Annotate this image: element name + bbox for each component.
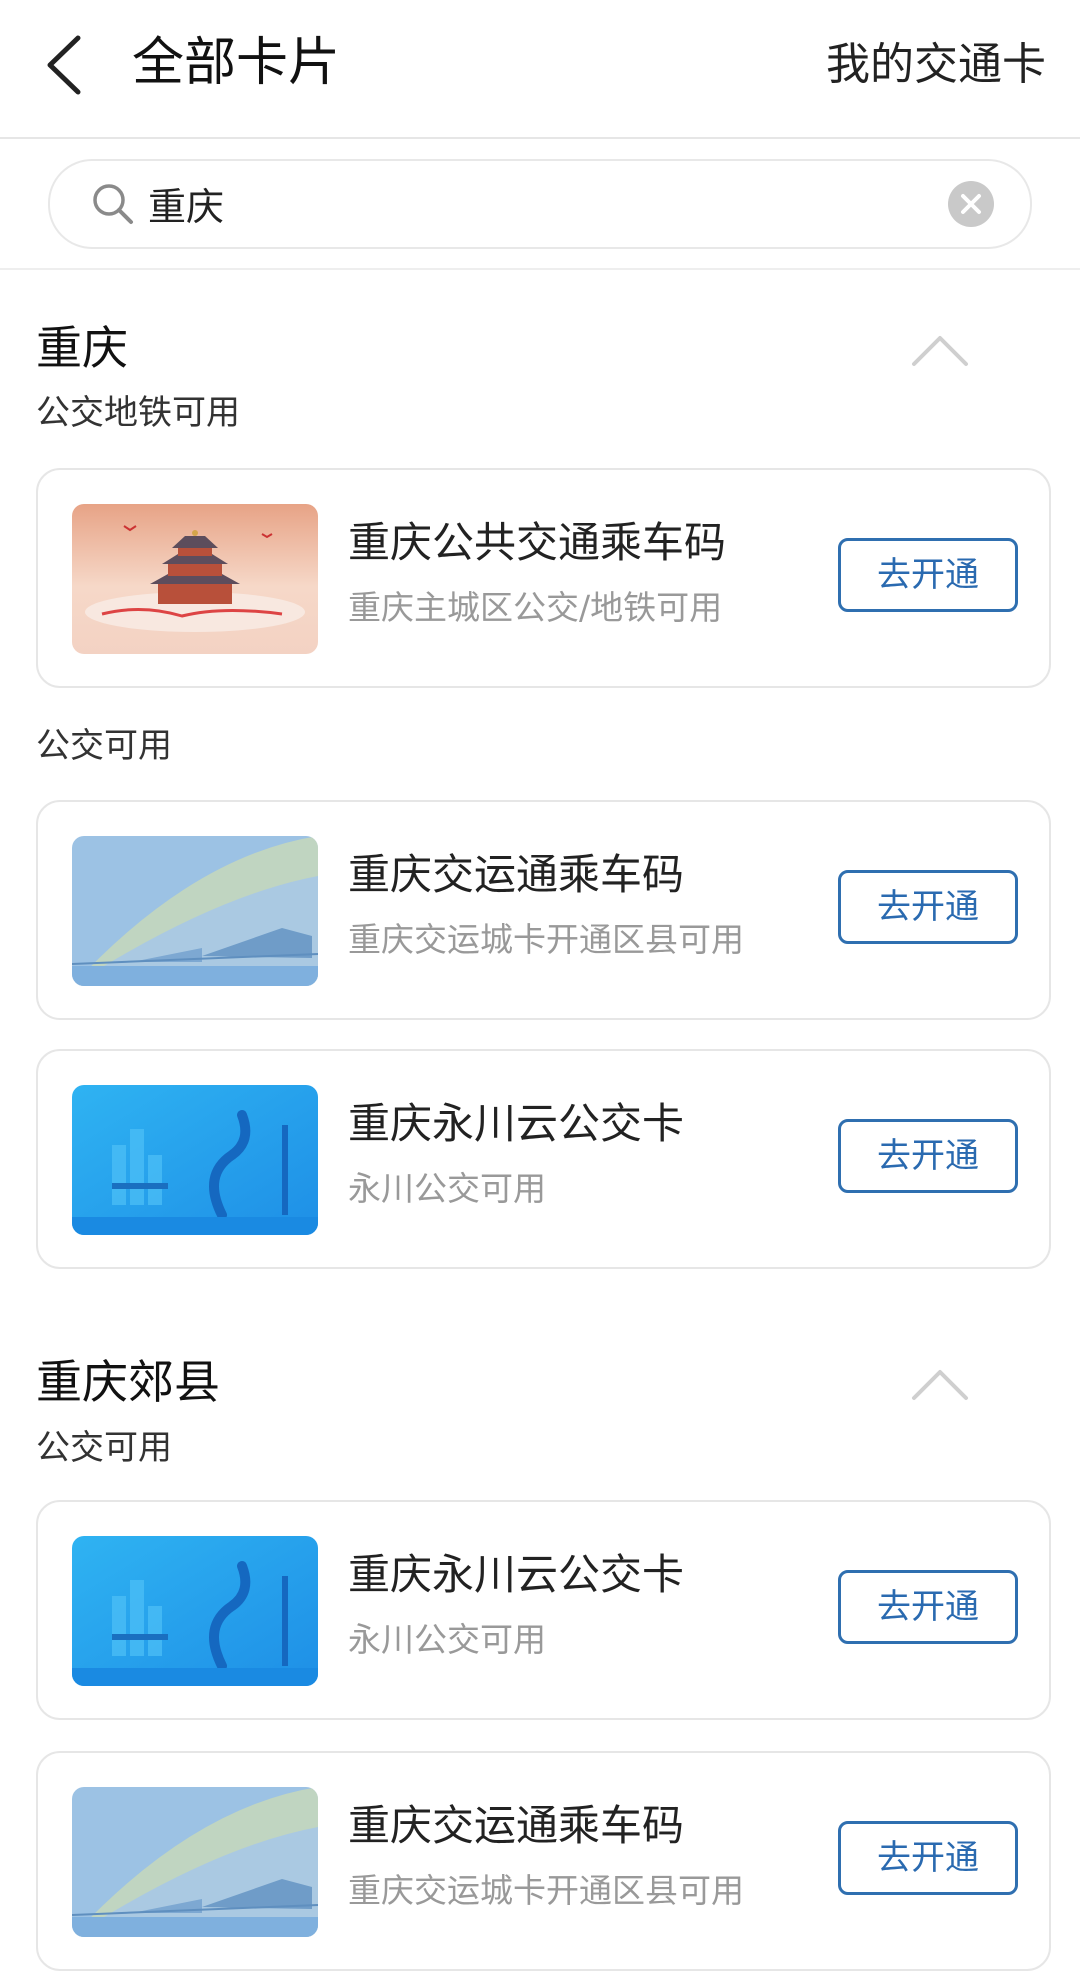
card-description: 永川公交可用: [348, 1169, 546, 1208]
my-transit-cards-link[interactable]: 我的交通卡: [826, 32, 1046, 98]
card-description: 重庆交运城卡开通区县可用: [348, 920, 744, 959]
temple-card-image: [72, 504, 318, 654]
card-name: 重庆永川云公交卡: [348, 1550, 685, 1599]
card-thumbnail: [72, 1085, 318, 1235]
card-item[interactable]: 重庆永川云公交卡 永川公交可用 去开通: [36, 1049, 1051, 1269]
chevron-up-icon: [912, 336, 968, 366]
train-card-image: [72, 836, 318, 986]
card-thumbnail: [72, 836, 318, 986]
card-thumbnail: [72, 1787, 318, 1937]
chevron-up-icon: [912, 1370, 968, 1400]
search-input[interactable]: [148, 175, 868, 231]
train-card-image: [72, 1787, 318, 1937]
chevron-left-icon: [47, 35, 81, 95]
yongchuan-card-image: [72, 1085, 318, 1235]
group-subtitle: 公交地铁可用: [36, 393, 240, 433]
card-name: 重庆交运通乘车码: [348, 1801, 685, 1850]
search-box: [48, 159, 1032, 249]
collapse-section-button[interactable]: [908, 1364, 972, 1404]
group-subtitle: 公交可用: [36, 1428, 172, 1468]
back-button[interactable]: [38, 30, 98, 100]
top-bar: 全部卡片 我的交通卡: [0, 0, 1080, 139]
close-icon: [961, 194, 981, 214]
activate-button[interactable]: 去开通: [838, 1821, 1018, 1895]
card-name: 重庆公共交通乘车码: [348, 518, 727, 567]
activate-button[interactable]: 去开通: [838, 1119, 1018, 1193]
card-name: 重庆永川云公交卡: [348, 1099, 685, 1148]
yongchuan-card-image: [72, 1536, 318, 1686]
card-item[interactable]: 重庆永川云公交卡 永川公交可用 去开通: [36, 1500, 1051, 1720]
card-thumbnail: [72, 504, 318, 654]
section-title: 重庆郊县: [36, 1355, 220, 1409]
card-description: 重庆交运城卡开通区县可用: [348, 1871, 744, 1910]
page-title: 全部卡片: [132, 33, 341, 93]
activate-button[interactable]: 去开通: [838, 538, 1018, 612]
section-title: 重庆: [36, 321, 128, 375]
activate-button[interactable]: 去开通: [838, 1570, 1018, 1644]
search-bar: [0, 139, 1080, 270]
activate-button[interactable]: 去开通: [838, 870, 1018, 944]
search-icon: [93, 184, 133, 224]
collapse-section-button[interactable]: [908, 330, 972, 370]
card-name: 重庆交运通乘车码: [348, 850, 685, 899]
card-description: 永川公交可用: [348, 1620, 546, 1659]
card-thumbnail: [72, 1536, 318, 1686]
card-description: 重庆主城区公交/地铁可用: [348, 588, 723, 627]
clear-search-button[interactable]: [948, 181, 994, 227]
card-item[interactable]: 重庆交运通乘车码 重庆交运城卡开通区县可用 去开通: [36, 1751, 1051, 1971]
group-subtitle: 公交可用: [36, 726, 172, 766]
card-item[interactable]: 重庆公共交通乘车码 重庆主城区公交/地铁可用 去开通: [36, 468, 1051, 688]
card-item[interactable]: 重庆交运通乘车码 重庆交运城卡开通区县可用 去开通: [36, 800, 1051, 1020]
